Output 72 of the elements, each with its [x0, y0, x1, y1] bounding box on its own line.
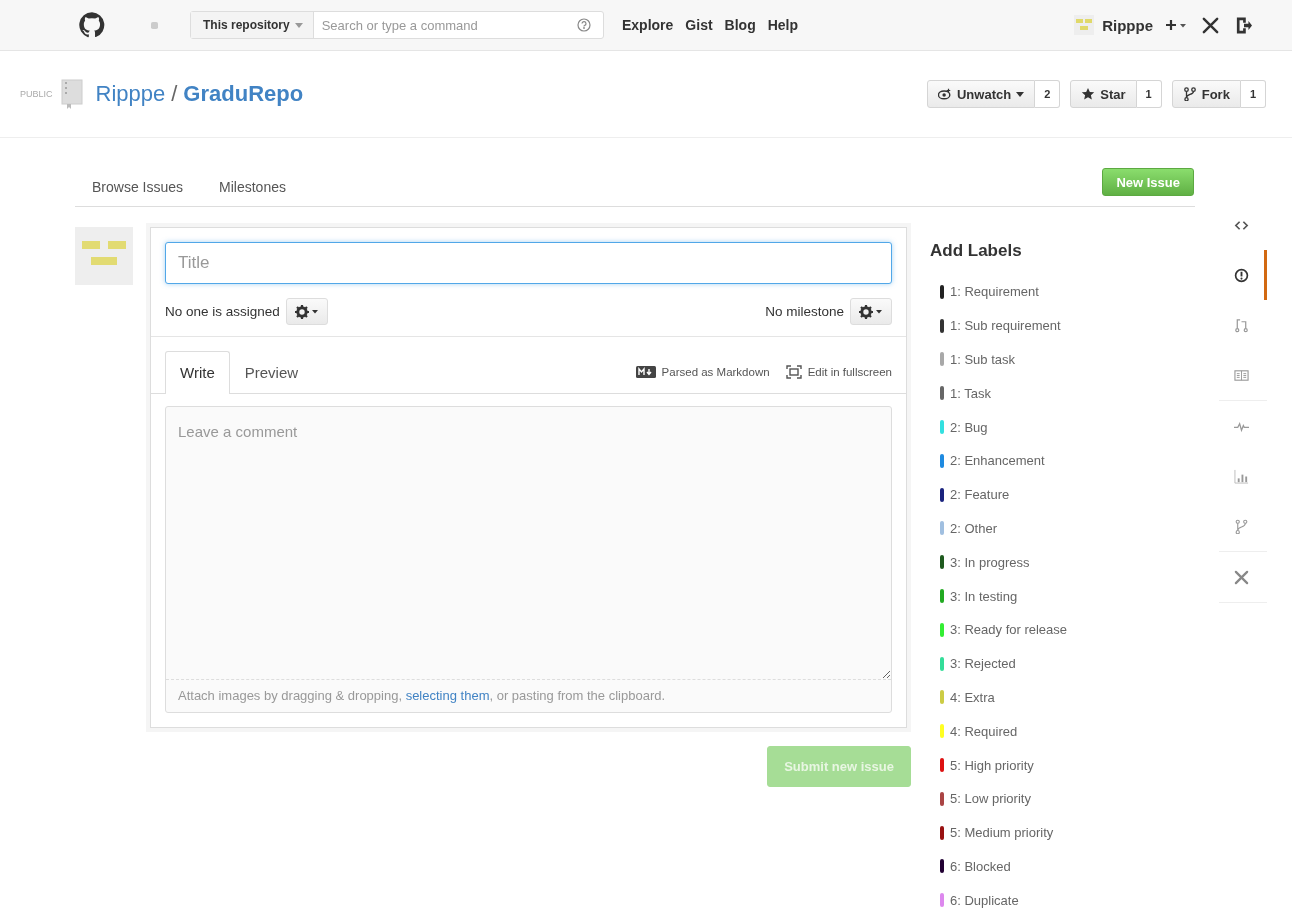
sign-out-icon[interactable] [1236, 15, 1252, 35]
label-item[interactable]: 3: In progress [950, 554, 1030, 570]
watch-button[interactable]: Unwatch [927, 80, 1036, 108]
label-item[interactable]: 3: Rejected [950, 656, 1016, 672]
milestone-text: No milestone [765, 304, 844, 319]
gear-icon [859, 304, 883, 319]
logo-icon[interactable] [78, 11, 106, 39]
nav-link[interactable]: Help [767, 17, 799, 33]
labels-heading: Add Labels [930, 241, 1023, 261]
label-item[interactable]: 1: Requirement [950, 284, 1039, 300]
branch-icon [1234, 518, 1249, 534]
label-item[interactable]: 6: Blocked [950, 858, 1011, 874]
book-icon [1234, 367, 1249, 383]
assignee-text: No one is assigned [165, 304, 280, 319]
subnav-link[interactable]: Milestones [219, 179, 286, 206]
nav-link[interactable]: Explore [622, 17, 674, 33]
fullscreen-icon[interactable] [785, 365, 802, 379]
gear-icon [294, 304, 319, 319]
fullscreen-link[interactable]: Edit in fullscreen [807, 366, 892, 378]
path-separator: / [171, 81, 178, 107]
label-item[interactable]: 4: Required [950, 723, 1018, 739]
count-link[interactable]: 1 [1136, 80, 1162, 108]
label-item[interactable]: 1: Sub task [950, 352, 1016, 367]
label-item[interactable]: 2: Other [950, 520, 997, 536]
editor-tab[interactable]: Write [165, 351, 230, 394]
repo-icon [60, 79, 83, 109]
nav-link[interactable]: Blog [724, 17, 756, 33]
label-item[interactable]: 6: Duplicate [950, 892, 1019, 908]
help-icon[interactable] [577, 18, 591, 32]
label-item[interactable]: 3: In testing [950, 588, 1018, 604]
label-item[interactable]: 2: Enhancement [950, 453, 1045, 469]
bar-chart-icon [1234, 468, 1249, 484]
avatar-icon [75, 227, 133, 285]
caret-icon [294, 22, 303, 28]
label-item[interactable]: 4: Extra [950, 689, 995, 705]
label-item[interactable]: 1: Task [950, 385, 991, 401]
milestone-menu-button[interactable] [850, 298, 892, 325]
visibility-label: PUBLIC [20, 89, 53, 99]
issue-icon [1234, 267, 1249, 283]
attach-hint: Attach images by dragging & dropping, selecting them, or pasting from the clipboard. [166, 679, 891, 712]
title-field[interactable]: Title [165, 242, 892, 284]
subnav-link[interactable]: Browse Issues [92, 179, 184, 206]
count-link[interactable]: 2 [1035, 80, 1061, 108]
label-item[interactable]: 2: Feature [950, 487, 1010, 503]
editor-tab[interactable]: Preview [229, 351, 314, 394]
fork-button[interactable]: Fork [1171, 80, 1241, 108]
star-icon [1081, 87, 1096, 101]
assignee-menu-button[interactable] [285, 298, 328, 325]
tools-icon [1234, 569, 1249, 585]
nav-link[interactable]: Gist [685, 17, 713, 33]
label-item[interactable]: 1: Sub requirement [950, 318, 1061, 334]
eye-icon [938, 87, 952, 101]
repo-name-link[interactable]: GraduRepo [183, 81, 304, 107]
caret-icon [1016, 91, 1025, 97]
owner-link[interactable]: Ripppe [95, 81, 166, 107]
label-item[interactable]: 5: High priority [950, 757, 1034, 773]
search-field[interactable]: This repository Search or type a command [190, 11, 604, 39]
markdown-note: Parsed as Markdown [661, 366, 770, 378]
markdown-icon [635, 366, 656, 378]
pull-request-icon [1234, 317, 1249, 333]
tools-icon[interactable] [1201, 15, 1220, 35]
comment-field[interactable]: Leave a comment Attach images by dragging & dropping, selecting them, or pasting from the clipboard. [165, 406, 892, 713]
label-item[interactable]: 5: Medium priority [950, 825, 1054, 841]
label-item[interactable]: 2: Bug [950, 419, 988, 435]
count-link[interactable]: 1 [1240, 80, 1266, 108]
label-item[interactable]: 5: Low priority [950, 791, 1031, 807]
add-menu-icon[interactable] [1165, 18, 1187, 32]
scope-selector[interactable]: This repository [191, 12, 314, 38]
star-button[interactable]: Star [1070, 80, 1137, 108]
fork-icon [1182, 87, 1197, 101]
label-item[interactable]: 3: Ready for release [950, 622, 1068, 638]
user-link[interactable]: Ripppe [1102, 16, 1153, 34]
